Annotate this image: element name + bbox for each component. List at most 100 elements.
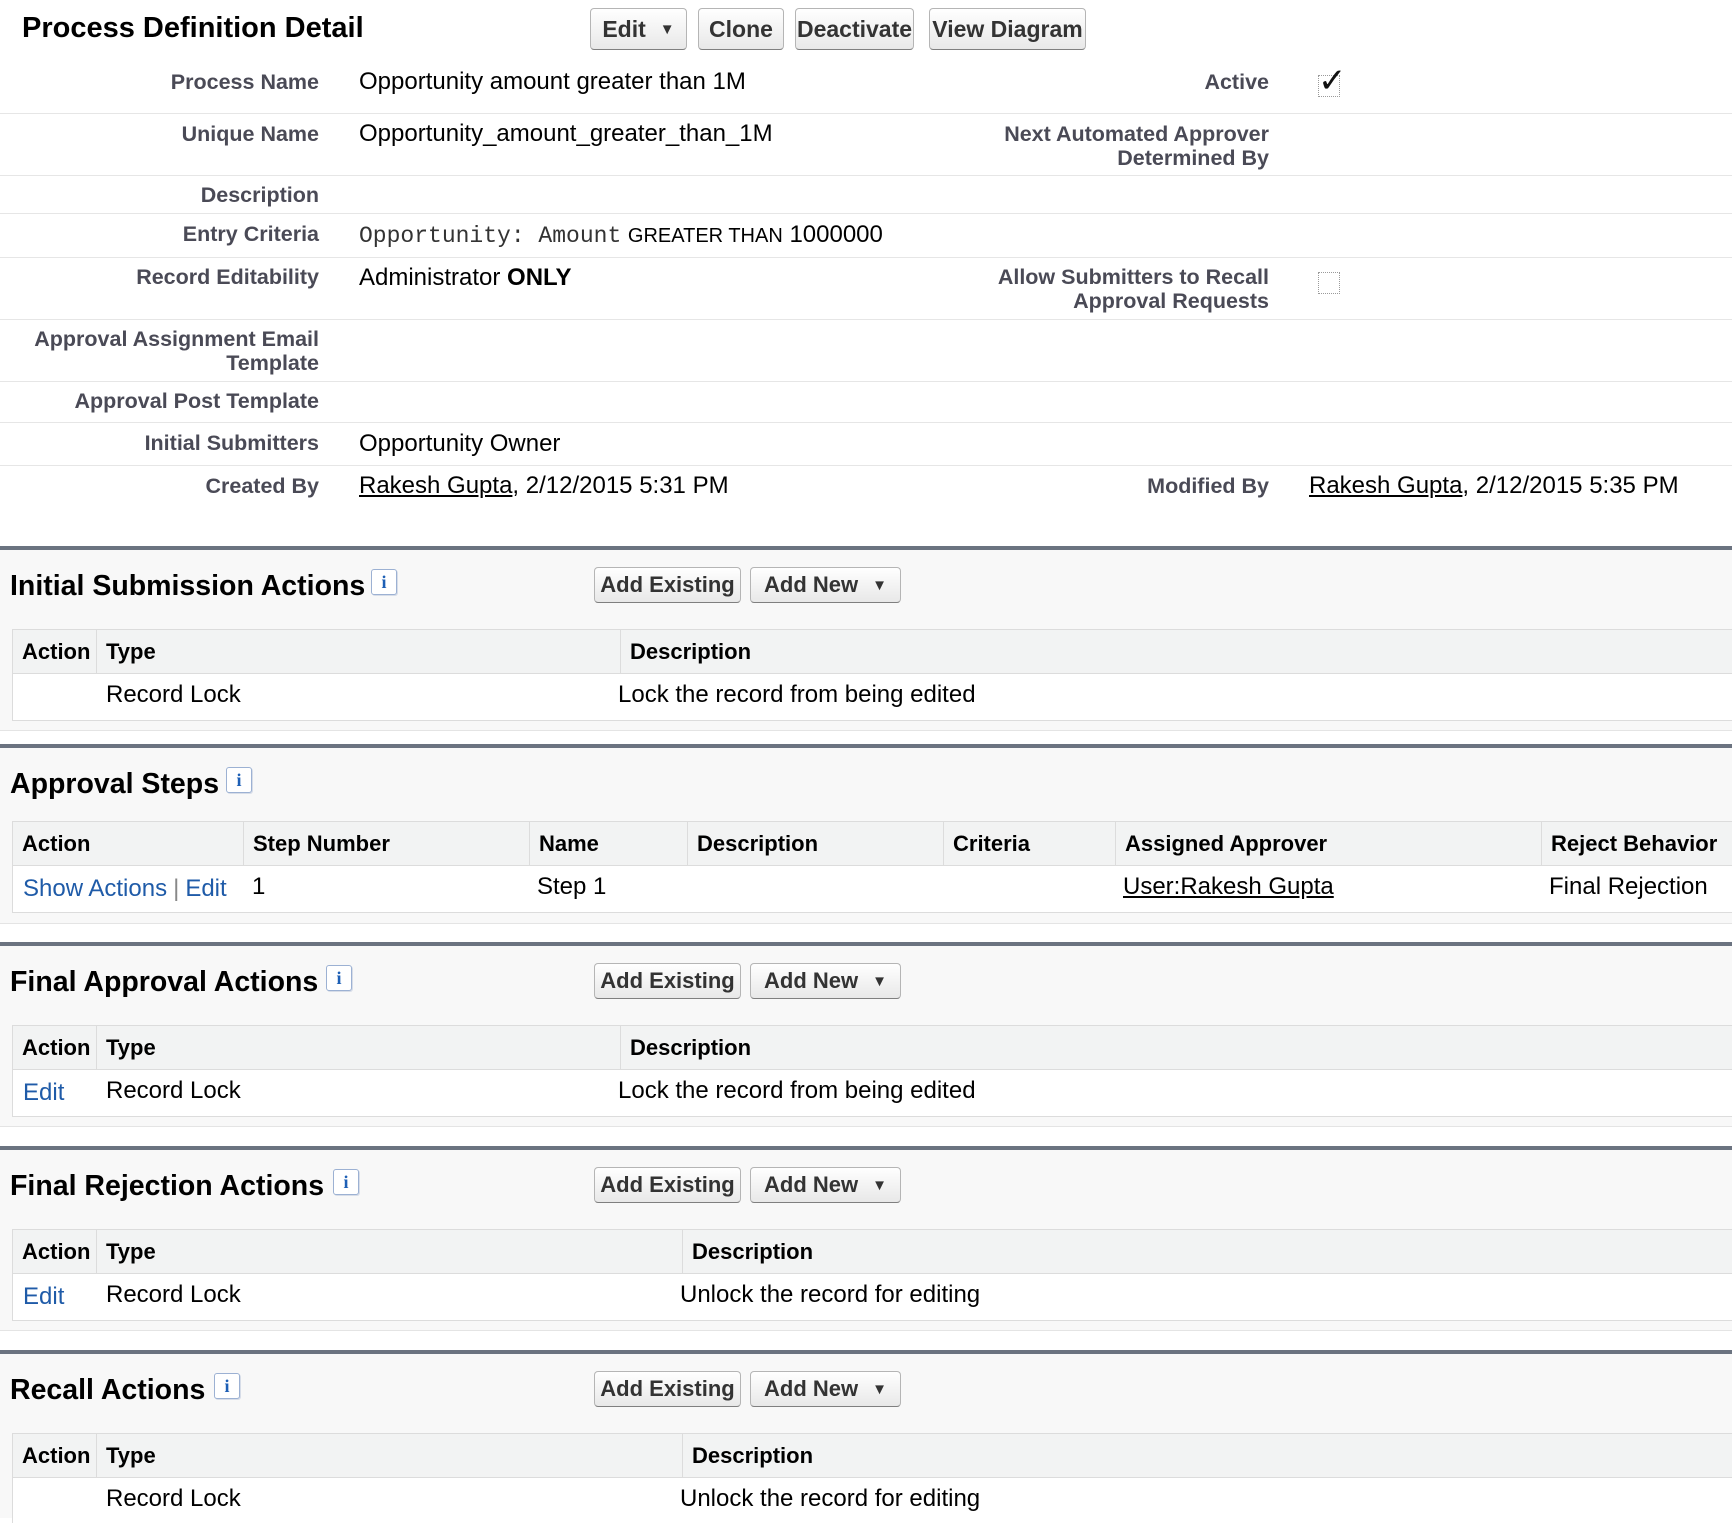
- process-name-value: Opportunity amount greater than 1M: [359, 68, 746, 95]
- add-new-dropdown-button[interactable]: Add New ▼: [750, 567, 901, 603]
- initial-submitters-value: Opportunity Owner: [359, 430, 561, 457]
- modified-by-label: Modified By: [1147, 474, 1269, 498]
- editability-bold: ONLY: [507, 264, 572, 291]
- row-type: Record Lock: [106, 681, 241, 708]
- column-header: Type: [96, 1230, 682, 1273]
- row-name: Step 1: [537, 873, 607, 900]
- criteria-field: Opportunity: Amount: [359, 223, 622, 249]
- section-title: Recall Actions: [10, 1374, 206, 1406]
- deactivate-button[interactable]: Deactivate: [795, 8, 914, 50]
- info-icon[interactable]: i: [326, 965, 352, 991]
- allow-recall-label-line1: Allow Submitters to Recall: [997, 265, 1269, 289]
- edit-button-label: Edit: [602, 15, 646, 42]
- column-header: Action: [22, 1035, 91, 1060]
- unique-name-value: Opportunity_amount_greater_than_1M: [359, 120, 773, 147]
- section-title: Final Rejection Actions: [10, 1170, 325, 1202]
- info-icon[interactable]: i: [333, 1169, 359, 1195]
- post-template-label: Approval Post Template: [74, 389, 319, 413]
- entry-criteria-value: Opportunity: Amount GREATER THAN 1000000: [359, 221, 883, 250]
- caret-down-icon: ▼: [872, 1176, 887, 1194]
- next-approver-label-line2: Determined By: [1117, 146, 1269, 170]
- section-title: Initial Submission Actions: [10, 570, 366, 602]
- table-header: Action Type Description: [13, 1434, 1732, 1478]
- edit-action-link[interactable]: Edit: [23, 1283, 64, 1311]
- final-approval-section: Final Approval Actions i Add Existing Ad…: [0, 942, 1732, 1127]
- column-header: Description: [682, 1434, 1732, 1477]
- row-type: Record Lock: [106, 1485, 241, 1512]
- add-existing-button[interactable]: Add Existing: [594, 567, 741, 603]
- row-divider: [0, 213, 1732, 214]
- assignment-email-label-line2: Template: [226, 351, 319, 375]
- next-approver-label-line1: Next Automated Approver: [1004, 122, 1269, 146]
- show-actions-link[interactable]: Show Actions: [23, 875, 167, 902]
- row-description: Lock the record from being edited: [618, 681, 976, 708]
- column-header: Description: [682, 1230, 1732, 1273]
- section-title: Approval Steps: [10, 768, 220, 800]
- row-actions: Show Actions | Edit: [23, 875, 227, 903]
- modified-by-value: Rakesh Gupta, 2/12/2015 5:35 PM: [1309, 472, 1679, 500]
- table-header: Action Type Description: [13, 630, 1732, 674]
- row-divider: [0, 175, 1732, 176]
- caret-down-icon: ▼: [659, 20, 675, 38]
- info-icon[interactable]: i: [371, 569, 397, 595]
- clone-button[interactable]: Clone: [698, 8, 784, 50]
- add-existing-button[interactable]: Add Existing: [594, 963, 741, 999]
- row-type: Record Lock: [106, 1077, 241, 1104]
- row-divider: [0, 465, 1732, 466]
- info-icon[interactable]: i: [226, 767, 252, 793]
- column-header: Type: [96, 630, 620, 673]
- row-divider: [0, 257, 1732, 258]
- caret-down-icon: ▼: [872, 1380, 887, 1398]
- row-description: Unlock the record for editing: [680, 1281, 981, 1308]
- add-new-dropdown-button[interactable]: Add New ▼: [750, 1371, 901, 1407]
- add-existing-button[interactable]: Add Existing: [594, 1371, 741, 1407]
- criteria-value: 1000000: [789, 221, 883, 248]
- view-diagram-button[interactable]: View Diagram: [929, 8, 1086, 50]
- row-divider: [0, 381, 1732, 382]
- caret-down-icon: ▼: [872, 972, 887, 990]
- criteria-operator: GREATER THAN: [627, 225, 783, 247]
- info-icon[interactable]: i: [214, 1373, 240, 1399]
- record-editability-value: Administrator ONLY: [359, 264, 572, 292]
- edit-dropdown-button[interactable]: Edit ▼: [590, 8, 687, 50]
- row-description: Lock the record from being edited: [618, 1077, 976, 1104]
- created-by-value: Rakesh Gupta, 2/12/2015 5:31 PM: [359, 472, 729, 500]
- created-by-user-link[interactable]: Rakesh Gupta: [359, 472, 512, 499]
- edit-step-link[interactable]: Edit: [185, 875, 226, 902]
- add-new-dropdown-button[interactable]: Add New ▼: [750, 963, 901, 999]
- record-editability-label: Record Editability: [136, 265, 319, 289]
- approval-steps-table: Action Step Number Name Description Crit…: [12, 821, 1732, 913]
- assignment-email-label: Approval Assignment Email Template: [34, 327, 319, 375]
- page-title: Process Definition Detail: [22, 12, 364, 44]
- section-title: Final Approval Actions: [10, 966, 319, 998]
- column-header: Action: [22, 639, 91, 664]
- entry-criteria-label: Entry Criteria: [182, 222, 319, 246]
- actions-table: Action Type Description Edit Record Lock…: [12, 1025, 1732, 1117]
- column-header: Description: [687, 822, 943, 865]
- row-description: Unlock the record for editing: [680, 1485, 981, 1512]
- actions-table: Action Type Description Record Lock Unlo…: [12, 1433, 1732, 1523]
- table-header: Action Type Description: [13, 1230, 1732, 1274]
- created-by-date: , 2/12/2015 5:31 PM: [512, 472, 729, 499]
- assigned-approver-link[interactable]: User:Rakesh Gupta: [1123, 873, 1334, 901]
- assignment-email-label-line1: Approval Assignment Email: [34, 327, 319, 351]
- column-header: Description: [620, 1026, 1732, 1069]
- column-header: Action: [22, 1239, 91, 1264]
- allow-recall-checkbox: [1318, 272, 1340, 294]
- row-divider: [0, 113, 1732, 114]
- allow-recall-label: Allow Submitters to Recall Approval Requ…: [998, 265, 1269, 313]
- caret-down-icon: ▼: [872, 576, 887, 594]
- table-header: Action Step Number Name Description Crit…: [13, 822, 1732, 866]
- checkmark-icon: ✓: [1318, 62, 1347, 100]
- modified-by-user-link[interactable]: Rakesh Gupta: [1309, 472, 1462, 499]
- approval-steps-section: Approval Steps i Action Step Number Name…: [0, 744, 1732, 924]
- column-header: Reject Behavior: [1541, 822, 1732, 865]
- add-new-label: Add New: [764, 1172, 859, 1197]
- description-label: Description: [200, 183, 319, 207]
- next-approver-label: Next Automated Approver Determined By: [1004, 122, 1269, 170]
- edit-action-link[interactable]: Edit: [23, 1079, 64, 1107]
- add-existing-button[interactable]: Add Existing: [594, 1167, 741, 1203]
- table-header: Action Type Description: [13, 1026, 1732, 1070]
- add-new-dropdown-button[interactable]: Add New ▼: [750, 1167, 901, 1203]
- initial-submission-section: Initial Submission Actions i Add Existin…: [0, 546, 1732, 731]
